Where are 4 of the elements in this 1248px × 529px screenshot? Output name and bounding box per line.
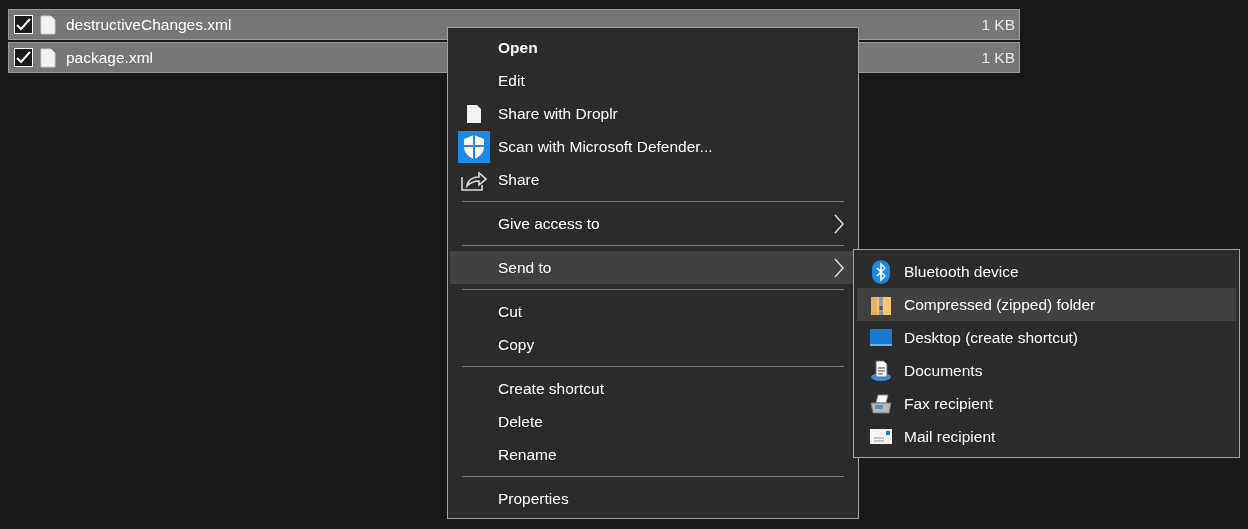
file-size: 1 KB (980, 47, 1016, 68)
file-name: package.xml (66, 47, 154, 68)
file-size: 1 KB (980, 14, 1016, 35)
file-name: destructiveChanges.xml (66, 14, 233, 35)
